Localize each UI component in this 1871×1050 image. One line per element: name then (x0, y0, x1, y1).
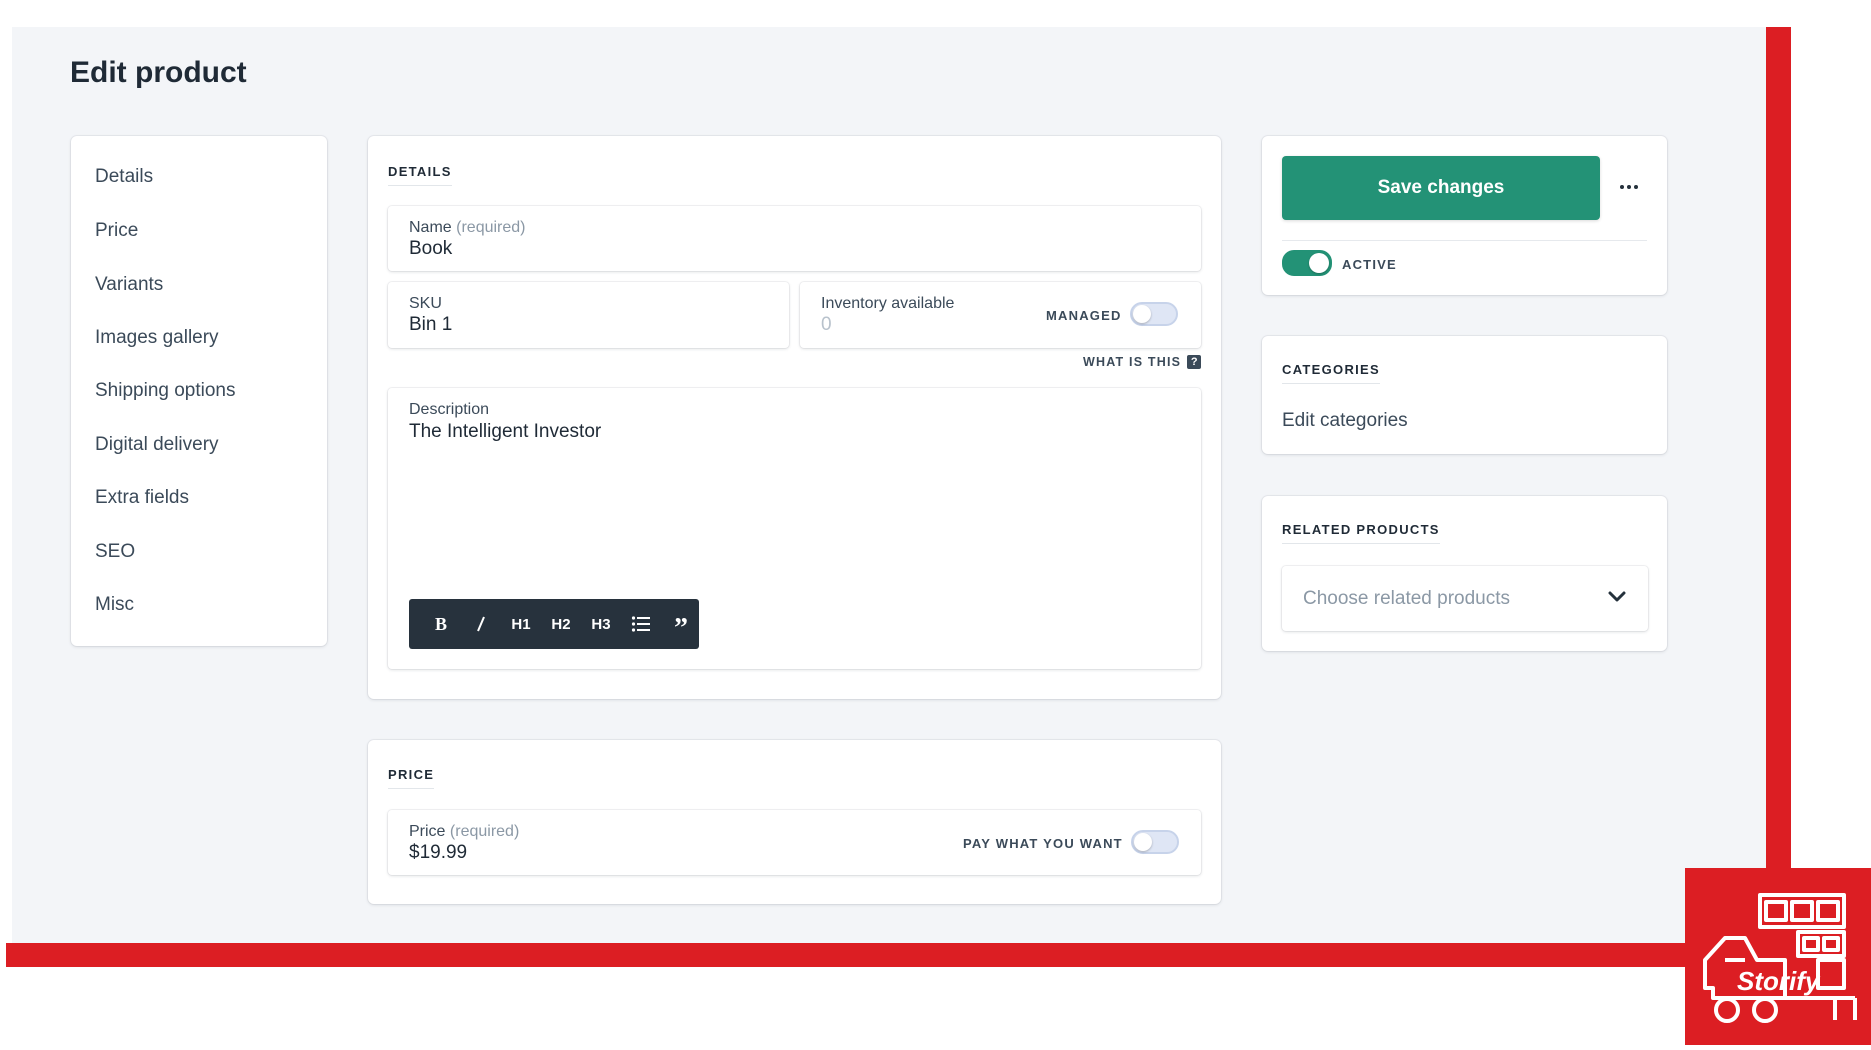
managed-label: MANAGED (1046, 308, 1122, 323)
inventory-field-placeholder[interactable]: 0 (821, 314, 832, 336)
storify-logo: Storify (1685, 868, 1871, 1045)
name-field-label: Name (required) (409, 219, 526, 236)
italic-icon (477, 616, 485, 632)
managed-toggle[interactable] (1130, 302, 1178, 326)
more-options-button[interactable] (1614, 172, 1644, 202)
edit-categories-link[interactable]: Edit categories (1282, 410, 1408, 432)
active-toggle-knob (1309, 253, 1329, 273)
name-field[interactable]: Name (required) Book (388, 206, 1201, 271)
pay-what-you-want-label: PAY WHAT YOU WANT (963, 836, 1123, 851)
related-products-section-title: RELATED PRODUCTS (1282, 522, 1440, 544)
sidebar-item-variants[interactable]: Variants (95, 274, 163, 296)
more-dot-icon (1620, 185, 1624, 189)
sidebar-item-images-gallery[interactable]: Images gallery (95, 327, 219, 349)
rich-text-toolbar: B H1 H2 H3 ” (409, 599, 699, 649)
storify-logo-text: Storify (1737, 966, 1820, 996)
inventory-field[interactable]: Inventory available 0 MANAGED (800, 282, 1201, 348)
brand-frame-right (1766, 27, 1791, 967)
related-products-select[interactable]: Choose related products (1282, 566, 1648, 631)
categories-section-title: CATEGORIES (1282, 362, 1380, 384)
pay-what-you-want-toggle-knob (1134, 833, 1152, 851)
active-label: ACTIVE (1342, 257, 1397, 272)
categories-card: CATEGORIES Edit categories (1262, 336, 1667, 454)
sidebar-item-shipping-options[interactable]: Shipping options (95, 380, 236, 402)
h1-button[interactable]: H1 (501, 599, 541, 649)
quote-button[interactable]: ” (661, 599, 701, 649)
price-section-title: PRICE (388, 767, 435, 789)
quote-icon: ” (674, 613, 688, 644)
related-products-placeholder: Choose related products (1303, 588, 1511, 609)
what-is-this-label: WHAT IS THIS (1083, 355, 1182, 369)
sidebar-item-price[interactable]: Price (95, 220, 138, 242)
bold-button[interactable]: B (421, 599, 461, 649)
save-changes-button[interactable]: Save changes (1282, 156, 1600, 220)
sku-field-label: SKU (409, 295, 442, 312)
page-title: Edit product (70, 56, 247, 89)
help-icon: ? (1187, 355, 1202, 369)
active-toggle[interactable] (1282, 250, 1332, 276)
h3-button[interactable]: H3 (581, 599, 621, 649)
price-field-label: Price (required) (409, 823, 520, 840)
sidebar-item-extra-fields[interactable]: Extra fields (95, 487, 189, 509)
bullet-list-icon (631, 616, 650, 632)
italic-button[interactable] (461, 599, 501, 649)
brand-frame-bottom (6, 943, 1791, 967)
description-field-value[interactable]: The Intelligent Investor (409, 421, 601, 443)
sidebar-item-seo[interactable]: SEO (95, 541, 135, 563)
sku-field-value[interactable]: Bin 1 (409, 314, 452, 336)
name-field-value[interactable]: Book (409, 238, 452, 260)
description-field-label: Description (409, 401, 490, 418)
h2-button[interactable]: H2 (541, 599, 581, 649)
managed-toggle-knob (1133, 305, 1151, 323)
price-field[interactable]: Price (required) $19.99 PAY WHAT YOU WAN… (388, 810, 1201, 875)
storify-truck-icon (1703, 893, 1857, 1023)
sidebar-item-details[interactable]: Details (95, 166, 153, 188)
sidebar-item-misc[interactable]: Misc (95, 594, 134, 616)
bullet-list-button[interactable] (621, 599, 661, 649)
sidebar-item-digital-delivery[interactable]: Digital delivery (95, 434, 219, 456)
pay-what-you-want-toggle[interactable] (1131, 830, 1179, 854)
sku-field[interactable]: SKU Bin 1 (388, 282, 789, 348)
chevron-down-icon (1608, 591, 1626, 602)
what-is-this-link[interactable]: WHAT IS THIS ? (1083, 355, 1202, 369)
actions-divider (1282, 240, 1647, 241)
sidebar-nav: Details Price Variants Images gallery Sh… (71, 136, 327, 646)
inventory-field-label: Inventory available (821, 295, 955, 312)
details-section-title: DETAILS (388, 164, 452, 186)
price-field-value[interactable]: $19.99 (409, 842, 467, 864)
